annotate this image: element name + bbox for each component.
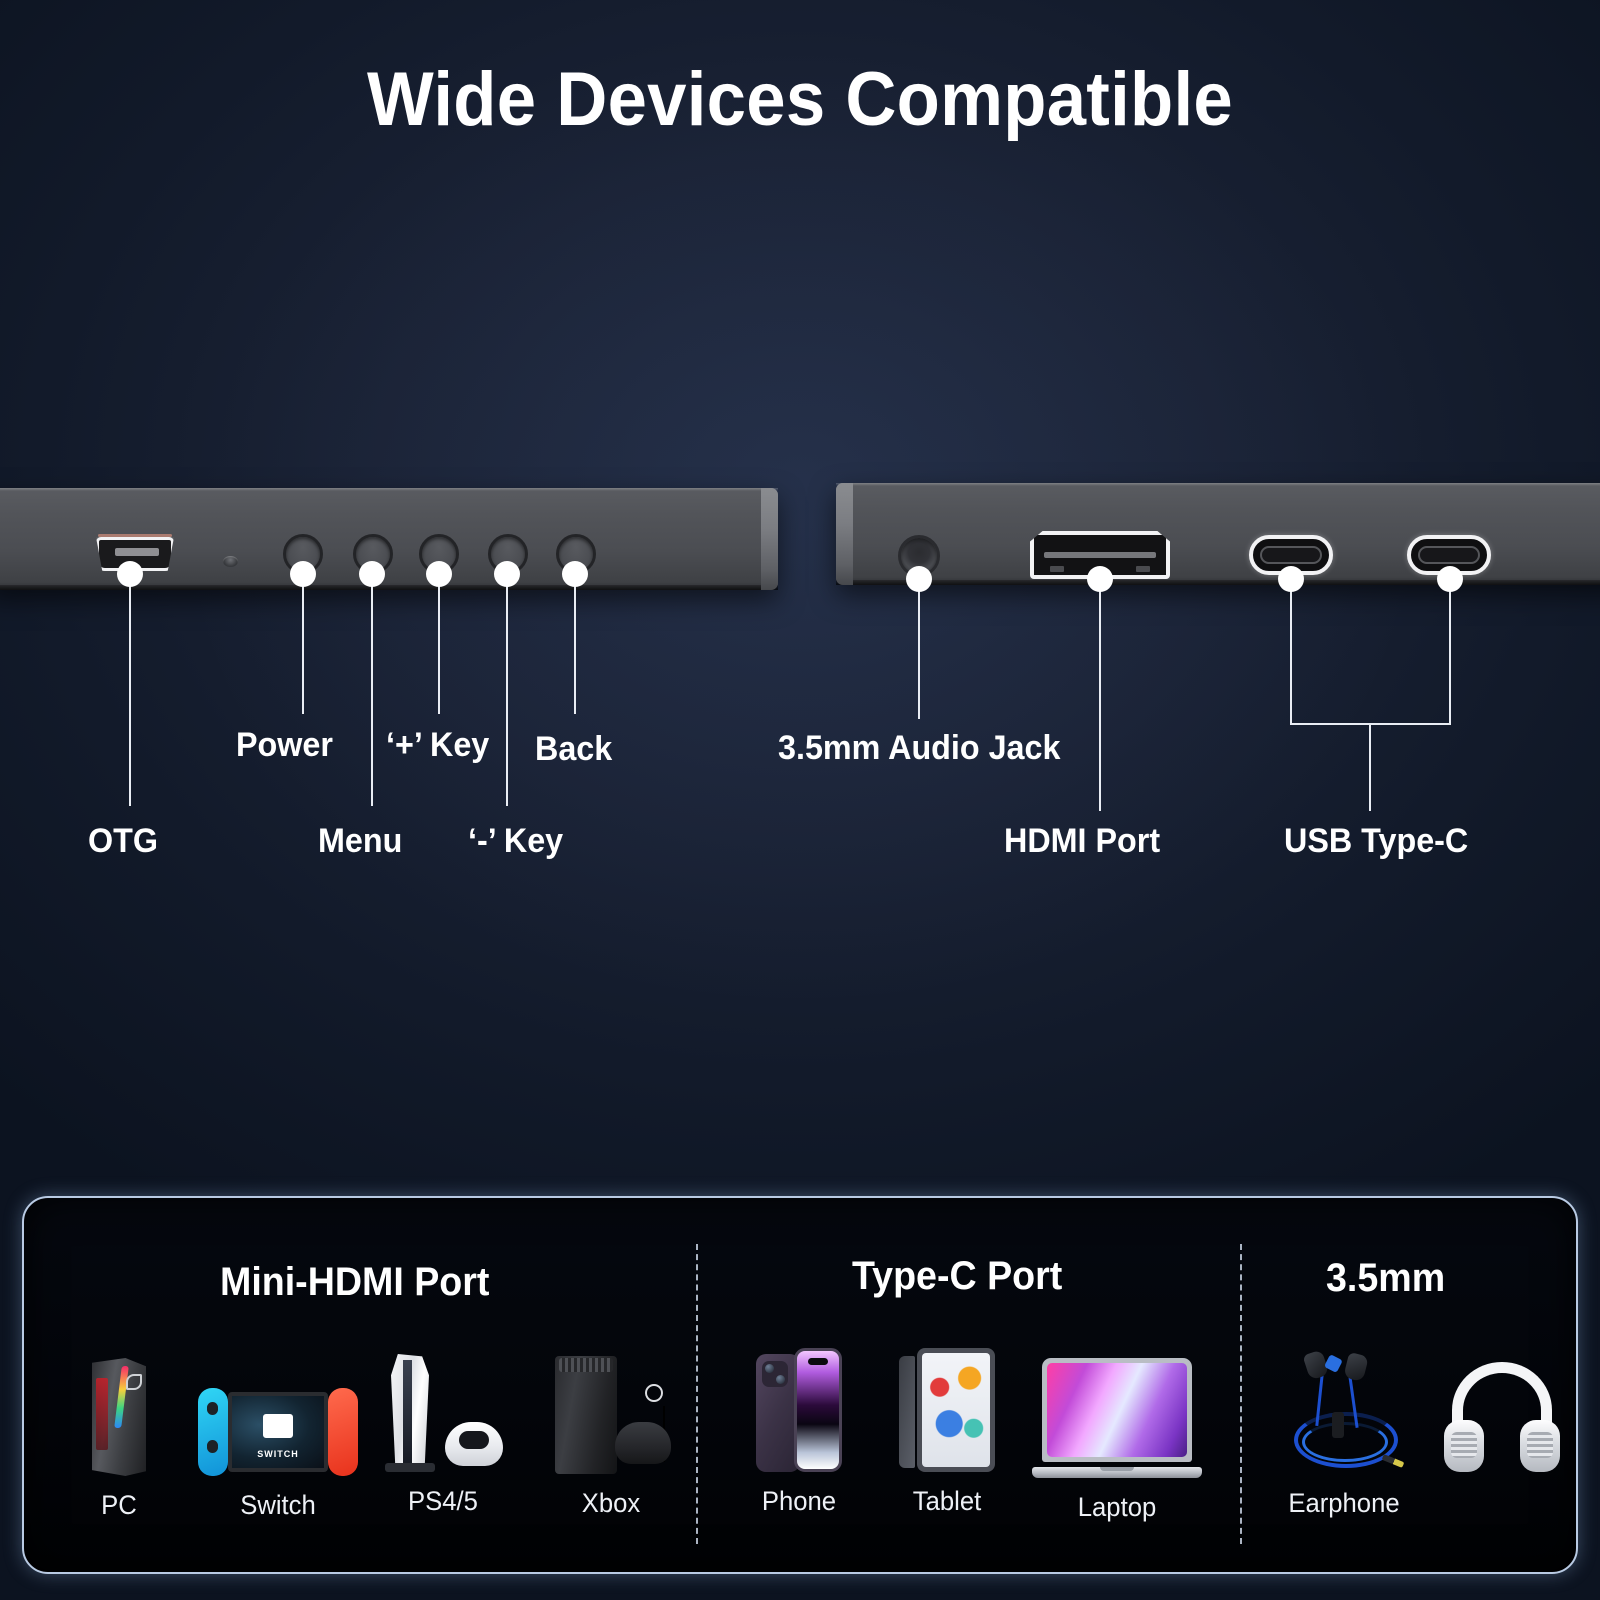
monitor-right-bevel <box>836 483 853 585</box>
device-label-switch: Switch <box>240 1490 316 1520</box>
usb-c-inner-2 <box>1418 546 1480 564</box>
device-tablet: Tablet <box>872 1342 1022 1517</box>
device-label-tablet: Tablet <box>912 1486 982 1516</box>
callout-label-menu: Menu <box>318 822 403 860</box>
callout-label-hdmi: HDMI Port <box>1004 822 1161 860</box>
device-earphone: Earphone <box>1260 1344 1428 1519</box>
callout-line-usb-c-1 <box>1290 579 1292 725</box>
switch-wordmark: SWITCH <box>257 1449 299 1459</box>
callout-dot-usb-c-2 <box>1437 566 1463 592</box>
callout-line-usb-c-stem <box>1369 723 1371 811</box>
earbuds-icon <box>1260 1344 1428 1474</box>
callout-label-otg: OTG <box>88 822 158 860</box>
hdmi-contact-bar <box>1044 552 1156 558</box>
desktop-tower-icon <box>52 1346 186 1476</box>
monitor-right-edge <box>836 483 1600 585</box>
callout-dot-minus-key <box>494 561 520 587</box>
callout-label-minus-key: ‘-’ Key <box>468 822 564 860</box>
panel-divider-2 <box>1240 1244 1242 1544</box>
monitor-left-shadow <box>0 585 778 590</box>
callout-line-usb-c-2 <box>1449 579 1451 725</box>
led-indicator-icon <box>223 556 238 567</box>
panel-divider-1 <box>696 1244 698 1544</box>
callout-label-audio-jack: 3.5mm Audio Jack <box>778 729 1061 767</box>
laptop-icon <box>1020 1348 1214 1478</box>
xbox-console-icon <box>530 1344 692 1474</box>
callout-dot-hdmi <box>1087 566 1113 592</box>
device-label-xbox: Xbox <box>581 1488 641 1518</box>
callout-line-power <box>302 574 304 714</box>
callout-label-plus-key: ‘+’ Key <box>386 726 490 764</box>
monitor-left-bevel <box>761 488 778 590</box>
callout-dot-back <box>562 561 588 587</box>
callout-line-menu <box>371 574 373 806</box>
device-headphone <box>1422 1348 1576 1492</box>
headphones-icon <box>1422 1348 1576 1478</box>
device-pc: PC <box>52 1346 186 1521</box>
otg-port-pins <box>115 548 159 556</box>
device-label-earphone: Earphone <box>1288 1488 1400 1518</box>
callout-line-plus-key <box>438 574 440 714</box>
playstation-console-icon <box>360 1342 526 1472</box>
callout-line-back <box>574 574 576 714</box>
callout-dot-power <box>290 561 316 587</box>
device-phone: Phone <box>724 1342 874 1517</box>
callout-line-minus-key <box>506 574 508 806</box>
monitor-right-highlight <box>836 483 1600 486</box>
group-title-mini-hdmi: Mini-HDMI Port <box>220 1260 490 1304</box>
infographic-root: Wide Devices Compatible OTG Power Menu ‘… <box>0 0 1600 1600</box>
device-label-ps45: PS4/5 <box>408 1486 478 1516</box>
callout-dot-menu <box>359 561 385 587</box>
page-title: Wide Devices Compatible <box>367 57 1233 142</box>
monitor-right-shadow <box>836 580 1600 585</box>
hdmi-nub-right <box>1136 566 1150 572</box>
device-xbox: Xbox <box>530 1344 692 1519</box>
device-laptop: Laptop <box>1020 1348 1214 1523</box>
callout-line-audio-jack <box>918 579 920 719</box>
device-label-laptop: Laptop <box>1077 1492 1157 1522</box>
device-label-phone: Phone <box>761 1486 837 1516</box>
callout-dot-otg <box>117 561 143 587</box>
callout-dot-plus-key <box>426 561 452 587</box>
callout-dot-usb-c-1 <box>1278 566 1304 592</box>
callout-line-hdmi <box>1099 579 1101 811</box>
otg-port-accent <box>98 534 172 537</box>
usb-c-inner-1 <box>1260 546 1322 564</box>
device-label-pc: PC <box>101 1490 137 1520</box>
compatibility-panel: Mini-HDMI Port Type-C Port 3.5mm PC SWIT… <box>22 1196 1578 1574</box>
device-switch: SWITCH Switch <box>182 1346 374 1521</box>
callout-label-power: Power <box>236 726 333 764</box>
nintendo-switch-icon: SWITCH <box>182 1346 374 1476</box>
hdmi-nub-left <box>1050 566 1064 572</box>
device-ps45: PS4/5 <box>360 1342 526 1517</box>
callout-label-usb-type-c: USB Type-C <box>1284 822 1469 860</box>
smartphone-icon <box>724 1342 874 1472</box>
group-title-type-c: Type-C Port <box>852 1254 1063 1298</box>
monitor-left-highlight <box>0 488 778 491</box>
callout-dot-audio-jack <box>906 566 932 592</box>
callout-label-back: Back <box>535 730 613 768</box>
group-title-35mm: 3.5mm <box>1326 1256 1446 1300</box>
tablet-icon <box>872 1342 1022 1472</box>
callout-line-otg <box>129 574 131 806</box>
